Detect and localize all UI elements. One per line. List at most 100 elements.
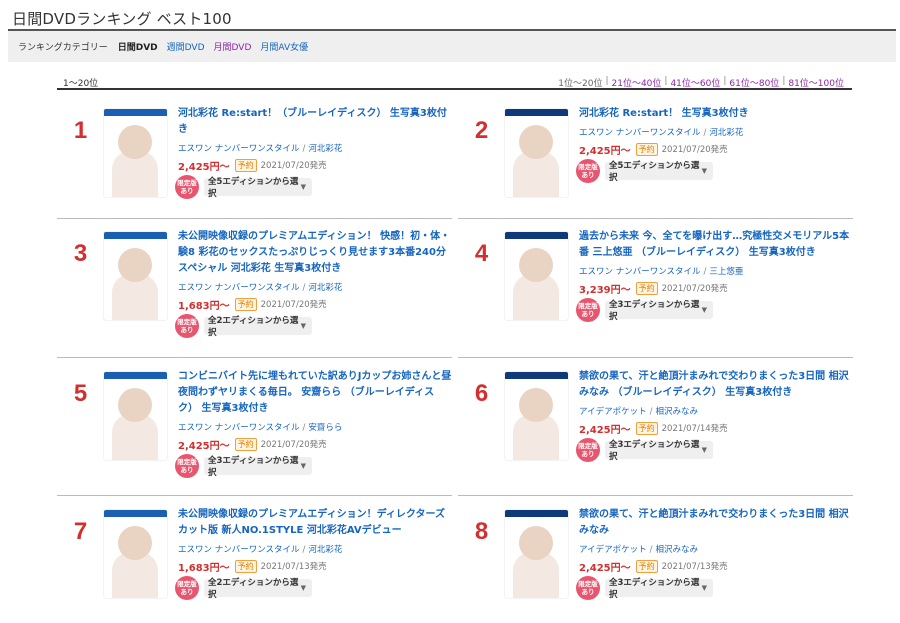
ranking-item: 2 河北彩花 Re:start！ 生写真3枚付き エスワン ナンバーワンスタイル… xyxy=(458,95,853,219)
preorder-badge: 予約 xyxy=(234,437,257,451)
chevron-down-icon: ▼ xyxy=(300,183,306,191)
bluray-band xyxy=(505,372,568,379)
product-title-link[interactable]: 禁欲の果て、汗と絶頂汁まみれで交わりまくった3日間 相沢みなみ （ブルーレイディ… xyxy=(579,369,853,401)
product-title-link[interactable]: 河北彩花 Re:start！ 生写真3枚付き xyxy=(579,106,853,122)
meta-separator: / xyxy=(302,144,306,154)
ranking-item: 1 河北彩花 Re:start！（ブルーレイディスク） 生写真3枚付き エスワン… xyxy=(57,95,452,219)
edition-select[interactable]: 全3エディションから選択 ▼ xyxy=(605,440,713,462)
product-title-link[interactable]: 禁欲の果て、汗と絶頂汁まみれで交わりまくった3日間 相沢みなみ xyxy=(579,507,853,539)
release-date: 2021/07/14発売 xyxy=(661,424,728,434)
edition-select[interactable]: 全3エディションから選択 ▼ xyxy=(204,456,312,478)
product-thumbnail[interactable] xyxy=(505,510,568,598)
thumbnail-face xyxy=(118,125,152,159)
category-monthly-actress[interactable]: 月間AV女優 xyxy=(260,40,308,53)
product-title-link[interactable]: 未公開映像収録のプレミアムエディション！ 快感！初・体・験8 彩花のセックスたっ… xyxy=(178,229,452,277)
rank-number: 3 xyxy=(73,240,88,267)
range-page-5[interactable]: 81位〜100位 xyxy=(788,76,844,89)
thumbnail-face xyxy=(519,248,553,282)
edition-select[interactable]: 全5エディションから選択 ▼ xyxy=(204,177,312,199)
limited-badge-line2: あり xyxy=(180,466,194,474)
meta-separator: / xyxy=(703,128,707,138)
maker-link[interactable]: アイデアポケット xyxy=(579,545,647,555)
edition-select[interactable]: 全3エディションから選択 ▼ xyxy=(605,578,713,600)
rank-number: 2 xyxy=(474,117,489,144)
limited-badge-line2: あり xyxy=(581,171,595,179)
product-thumbnail[interactable] xyxy=(104,232,167,320)
release-date: 2021/07/13発売 xyxy=(260,562,327,572)
limited-badge-line2: あり xyxy=(180,187,194,195)
category-monthly-dvd[interactable]: 月間DVD xyxy=(214,40,252,53)
thumbnail-face xyxy=(118,388,152,422)
actress-link[interactable]: 安齋らら xyxy=(308,423,342,433)
preorder-badge: 予約 xyxy=(635,281,658,295)
limited-edition-badge: 限定版 あり xyxy=(576,159,600,183)
bluray-band xyxy=(104,510,167,517)
bluray-band xyxy=(104,232,167,239)
maker-link[interactable]: エスワン ナンバーワンスタイル xyxy=(178,423,300,433)
product-title-link[interactable]: 過去から未来 今、全てを曝け出す…究極性交メモリアル5本番 三上悠亜 （ブルーレ… xyxy=(579,229,853,261)
edition-select[interactable]: 全2エディションから選択 ▼ xyxy=(204,316,312,338)
product-thumbnail[interactable] xyxy=(104,372,167,460)
product-title-link[interactable]: コンビニバイト先に埋もれていた訳ありJカップお姉さんと昼夜問わずヤリまくる毎日。… xyxy=(178,369,452,417)
actress-link[interactable]: 相沢みなみ xyxy=(655,545,698,555)
maker-link[interactable]: エスワン ナンバーワンスタイル xyxy=(178,144,300,154)
bluray-band xyxy=(505,232,568,239)
preorder-badge: 予約 xyxy=(234,158,257,172)
rank-number: 7 xyxy=(73,518,88,545)
actress-link[interactable]: 河北彩花 xyxy=(308,545,342,555)
category-label: ランキングカテゴリー xyxy=(18,43,108,53)
edition-select[interactable]: 全2エディションから選択 ▼ xyxy=(204,578,312,600)
thumbnail-face xyxy=(118,526,152,560)
meta-separator: / xyxy=(649,545,653,555)
release-date: 2021/07/20発売 xyxy=(260,300,327,310)
ranking-item: 3 未公開映像収録のプレミアムエディション！ 快感！初・体・験8 彩花のセックス… xyxy=(57,218,452,358)
product-thumbnail[interactable] xyxy=(505,232,568,320)
product-title-link[interactable]: 河北彩花 Re:start！（ブルーレイディスク） 生写真3枚付き xyxy=(178,106,452,138)
ranking-item: 7 未公開映像収録のプレミアムエディション！ディレクターズカット版 新人NO.1… xyxy=(57,496,452,623)
maker-link[interactable]: アイデアポケット xyxy=(579,407,647,417)
rank-number: 8 xyxy=(474,518,489,545)
rank-number: 1 xyxy=(73,117,88,144)
range-separator: | xyxy=(605,76,609,86)
limited-badge-line2: あり xyxy=(581,310,595,318)
category-bar: ランキングカテゴリー 日間DVD 週間DVD 月間DVD 月間AV女優 xyxy=(8,29,896,62)
meta-separator: / xyxy=(302,283,306,293)
edition-select-label: 全5エディションから選択 xyxy=(208,177,299,199)
ranking-item: 6 禁欲の果て、汗と絶頂汁まみれで交わりまくった3日間 相沢みなみ （ブルーレイ… xyxy=(458,358,853,496)
product-thumbnail[interactable] xyxy=(104,109,167,197)
limited-edition-badge: 限定版 あり xyxy=(576,438,600,462)
category-weekly-dvd[interactable]: 週間DVD xyxy=(167,40,205,53)
range-page-3[interactable]: 41位〜60位 xyxy=(670,76,720,89)
product-thumbnail[interactable] xyxy=(505,372,568,460)
ranking-item: 4 過去から未来 今、全てを曝け出す…究極性交メモリアル5本番 三上悠亜 （ブル… xyxy=(458,218,853,358)
chevron-down-icon: ▼ xyxy=(701,584,707,592)
maker-link[interactable]: エスワン ナンバーワンスタイル xyxy=(178,283,300,293)
maker-link[interactable]: エスワン ナンバーワンスタイル xyxy=(579,128,701,138)
range-page-2[interactable]: 21位〜40位 xyxy=(612,76,662,89)
maker-link[interactable]: エスワン ナンバーワンスタイル xyxy=(579,267,701,277)
product-thumbnail[interactable] xyxy=(505,109,568,197)
edition-select[interactable]: 全3エディションから選択 ▼ xyxy=(605,300,713,322)
range-page-4[interactable]: 61位〜80位 xyxy=(729,76,779,89)
range-separator: | xyxy=(723,76,727,86)
edition-select-label: 全3エディションから選択 xyxy=(609,300,700,322)
actress-link[interactable]: 三上悠亜 xyxy=(709,267,743,277)
release-date: 2021/07/20発売 xyxy=(661,145,728,155)
actress-link[interactable]: 河北彩花 xyxy=(308,283,342,293)
actress-link[interactable]: 河北彩花 xyxy=(308,144,342,154)
product-thumbnail[interactable] xyxy=(104,510,167,598)
product-title-link[interactable]: 未公開映像収録のプレミアムエディション！ディレクターズカット版 新人NO.1ST… xyxy=(178,507,452,539)
limited-badge-line2: あり xyxy=(180,326,194,334)
maker-link[interactable]: エスワン ナンバーワンスタイル xyxy=(178,545,300,555)
actress-link[interactable]: 河北彩花 xyxy=(709,128,743,138)
preorder-badge: 予約 xyxy=(635,142,658,156)
edition-select[interactable]: 全5エディションから選択 ▼ xyxy=(605,161,713,183)
rank-number: 4 xyxy=(474,240,489,267)
limited-badge-line2: あり xyxy=(180,588,194,596)
page-title: 日間DVDランキング ベスト100 xyxy=(12,10,232,28)
actress-link[interactable]: 相沢みなみ xyxy=(655,407,698,417)
limited-edition-badge: 限定版 あり xyxy=(175,454,199,478)
limited-badge-line1: 限定版 xyxy=(578,442,598,450)
thumbnail-face xyxy=(519,526,553,560)
range-header: 1〜20位 1位〜20位 | 21位〜40位 | 41位〜60位 | 61位〜8… xyxy=(57,74,852,90)
